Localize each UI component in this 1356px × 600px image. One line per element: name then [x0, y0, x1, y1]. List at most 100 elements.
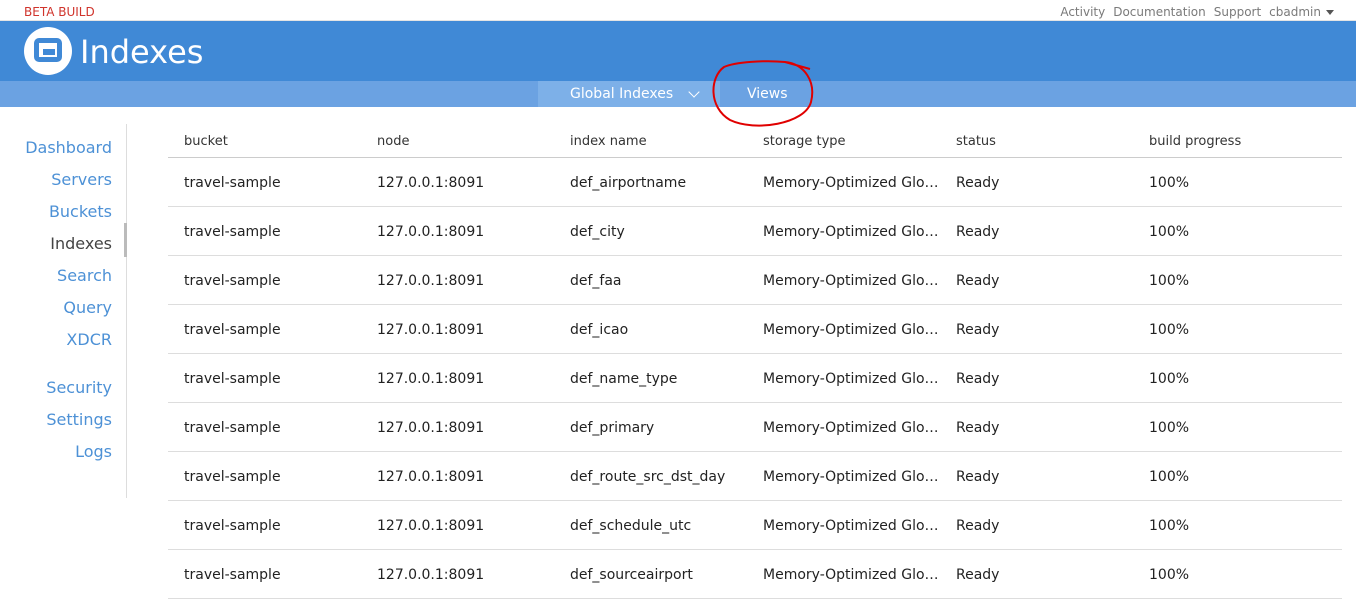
sidebar-item-xdcr[interactable]: XDCR	[66, 330, 112, 349]
table-row[interactable]: travel-sample 127.0.0.1:8091 def_icao Memor…	[168, 305, 1342, 354]
cell-storage-type: Memory-Optimized Global Secondary	[763, 567, 943, 583]
cell-build-progress: 100%	[1149, 518, 1190, 534]
tab-views[interactable]: Views	[747, 86, 788, 102]
cell-storage-type: Memory-Optimized Global Secondary	[763, 175, 943, 191]
table-row[interactable]: travel-sample 127.0.0.1:8091 def_schedule_…	[168, 501, 1342, 550]
cell-status: Ready	[956, 420, 1000, 436]
cell-status: Ready	[956, 518, 1000, 534]
cell-index-name: def_name_type	[570, 371, 678, 387]
cell-storage-type: Memory-Optimized Global Secondary	[763, 224, 943, 240]
cell-storage-type: Memory-Optimized Global Secondary	[763, 371, 943, 387]
table-row[interactable]: travel-sample 127.0.0.1:8091 def_route_src…	[168, 452, 1342, 501]
user-name: cbadmin	[1269, 5, 1321, 19]
cell-index-name: def_city	[570, 224, 625, 240]
cell-node: 127.0.0.1:8091	[377, 567, 485, 583]
sidebar-item-servers[interactable]: Servers	[51, 170, 112, 189]
cell-node: 127.0.0.1:8091	[377, 273, 485, 289]
cell-node: 127.0.0.1:8091	[377, 175, 485, 191]
sidebar-item-search[interactable]: Search	[57, 266, 112, 285]
table-row[interactable]: travel-sample 127.0.0.1:8091 def_faa Memory…	[168, 256, 1342, 305]
sidebar-item-security[interactable]: Security	[46, 378, 112, 397]
sidebar-item-dashboard[interactable]: Dashboard	[25, 138, 112, 157]
cell-build-progress: 100%	[1149, 469, 1190, 485]
cell-status: Ready	[956, 224, 1000, 240]
top-bar: BETA BUILD Activity Documentation Suppor…	[0, 0, 1356, 21]
cell-node: 127.0.0.1:8091	[377, 518, 485, 534]
cell-node: 127.0.0.1:8091	[377, 420, 485, 436]
beta-build-label: BETA BUILD	[24, 5, 95, 19]
cell-index-name: def_route_src_dst_day	[570, 469, 726, 485]
cell-storage-type: Memory-Optimized Global Secondary	[763, 518, 943, 534]
user-menu[interactable]: cbadmin	[1269, 5, 1334, 19]
sidebar-item-logs[interactable]: Logs	[75, 442, 112, 461]
cell-bucket: travel-sample	[184, 273, 281, 289]
page-header: Indexes	[0, 21, 1356, 81]
cell-bucket: travel-sample	[184, 322, 281, 338]
tab-global-indexes-label[interactable]: Global Indexes	[570, 86, 673, 102]
activity-link[interactable]: Activity	[1060, 5, 1105, 19]
cell-index-name: def_airportname	[570, 175, 687, 191]
table-row[interactable]: travel-sample 127.0.0.1:8091 def_name_type…	[168, 354, 1342, 403]
column-header-index-name[interactable]: index name	[570, 134, 647, 149]
cell-bucket: travel-sample	[184, 371, 281, 387]
cell-node: 127.0.0.1:8091	[377, 469, 485, 485]
logo-mark-bar	[43, 49, 55, 55]
cell-bucket: travel-sample	[184, 175, 281, 191]
cell-build-progress: 100%	[1149, 273, 1190, 289]
table-row[interactable]: travel-sample 127.0.0.1:8091 def_sourceair…	[168, 550, 1342, 599]
cell-status: Ready	[956, 175, 1000, 191]
cell-node: 127.0.0.1:8091	[377, 371, 485, 387]
cell-status: Ready	[956, 322, 1000, 338]
cell-build-progress: 100%	[1149, 175, 1190, 191]
table-header: bucket node index name storage type stat…	[168, 125, 1342, 158]
cell-status: Ready	[956, 371, 1000, 387]
cell-index-name: def_primary	[570, 420, 655, 436]
top-links: Activity Documentation Support cbadmin	[1060, 5, 1334, 19]
cell-build-progress: 100%	[1149, 420, 1190, 436]
caret-down-icon	[1326, 10, 1334, 15]
column-header-status[interactable]: status	[956, 134, 996, 149]
column-header-node[interactable]: node	[377, 134, 409, 149]
cell-bucket: travel-sample	[184, 224, 281, 240]
support-link[interactable]: Support	[1214, 5, 1261, 19]
cell-status: Ready	[956, 567, 1000, 583]
sidebar: Dashboard Servers Buckets Indexes Search…	[0, 124, 127, 498]
cell-build-progress: 100%	[1149, 224, 1190, 240]
sidebar-item-indexes[interactable]: Indexes	[50, 234, 112, 253]
cell-index-name: def_sourceairport	[570, 567, 693, 583]
table-row[interactable]: travel-sample 127.0.0.1:8091 def_city Memor…	[168, 207, 1342, 256]
column-header-bucket[interactable]: bucket	[184, 134, 228, 149]
table-body: travel-sample 127.0.0.1:8091 def_airportna…	[168, 158, 1342, 599]
cell-bucket: travel-sample	[184, 518, 281, 534]
cell-status: Ready	[956, 273, 1000, 289]
cell-bucket: travel-sample	[184, 567, 281, 583]
couchbase-logo[interactable]	[24, 27, 72, 75]
cell-storage-type: Memory-Optimized Global Secondary	[763, 322, 943, 338]
page-title: Indexes	[80, 33, 204, 71]
cell-index-name: def_icao	[570, 322, 629, 338]
active-indicator	[124, 223, 127, 257]
cell-storage-type: Memory-Optimized Global Secondary	[763, 420, 943, 436]
sidebar-item-buckets[interactable]: Buckets	[49, 202, 112, 221]
cell-index-name: def_schedule_utc	[570, 518, 692, 534]
column-header-build-progress[interactable]: build progress	[1149, 134, 1241, 149]
table-row[interactable]: travel-sample 127.0.0.1:8091 def_airportna…	[168, 158, 1342, 207]
indexes-table: bucket node index name storage type stat…	[168, 125, 1342, 599]
sidebar-item-settings[interactable]: Settings	[46, 410, 112, 429]
cell-build-progress: 100%	[1149, 322, 1190, 338]
cell-build-progress: 100%	[1149, 371, 1190, 387]
sidebar-item-query[interactable]: Query	[63, 298, 112, 317]
cell-build-progress: 100%	[1149, 567, 1190, 583]
column-header-storage-type[interactable]: storage type	[763, 134, 943, 149]
cell-node: 127.0.0.1:8091	[377, 322, 485, 338]
table-row[interactable]: travel-sample 127.0.0.1:8091 def_primary Me…	[168, 403, 1342, 452]
cell-bucket: travel-sample	[184, 469, 281, 485]
cell-index-name: def_faa	[570, 273, 622, 289]
cell-storage-type: Memory-Optimized Global Secondary	[763, 469, 943, 485]
cell-storage-type: Memory-Optimized Global Secondary	[763, 273, 943, 289]
cell-node: 127.0.0.1:8091	[377, 224, 485, 240]
sub-navigation: Global Indexes Views	[0, 81, 1356, 107]
documentation-link[interactable]: Documentation	[1113, 5, 1206, 19]
cell-status: Ready	[956, 469, 1000, 485]
cell-bucket: travel-sample	[184, 420, 281, 436]
